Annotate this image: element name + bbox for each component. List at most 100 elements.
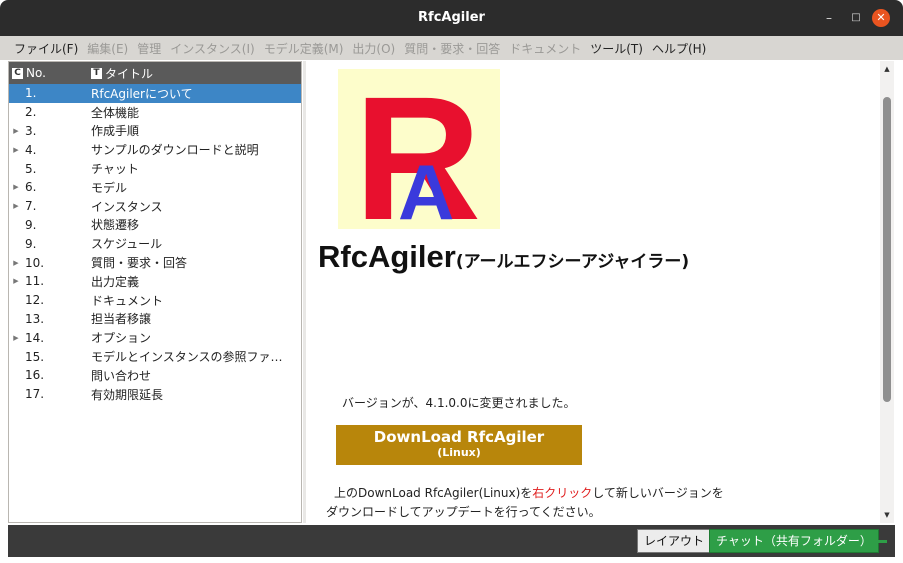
tree-row-no: 11. (25, 274, 45, 289)
tree-row-no: 5. (25, 161, 37, 176)
tree-row[interactable]: 12. ドキュメント (9, 291, 301, 310)
tree-row[interactable]: 13. 担当者移譲 (9, 310, 301, 329)
column-header-title[interactable]: T タイトル (91, 65, 153, 82)
tree-row-title: モデル (91, 180, 128, 195)
tree-header: C No. T タイトル (9, 62, 301, 84)
tree-row[interactable]: ▶ 14. オプション (9, 328, 301, 347)
right-click-highlight: 右クリック (532, 486, 593, 500)
expand-arrow-icon[interactable]: ▶ (9, 183, 23, 191)
bottom-toolbar: レイアウト チャット（共有フォルダー） (8, 525, 895, 557)
tree-row-title: 担当者移譲 (91, 312, 152, 327)
column-header-no[interactable]: C No. (9, 66, 91, 80)
tree-row[interactable]: 2. 全体機能 (9, 103, 301, 122)
instruction-text: 上のDownLoad RfcAgiler(Linux)を (334, 486, 533, 500)
app-name-reading: (アールエフシーアジャイラー) (455, 252, 690, 272)
close-icon[interactable]: ✕ (872, 9, 890, 27)
tree-row[interactable]: 16. 問い合わせ (9, 366, 301, 385)
tree-row-title: スケジュール (91, 237, 163, 252)
maximize-icon[interactable]: □ (847, 9, 865, 27)
tree-row-no: 14. (25, 330, 45, 345)
chat-shared-folder-button[interactable]: チャット（共有フォルダー） (709, 529, 879, 553)
expand-arrow-icon[interactable]: ▶ (9, 127, 23, 135)
tree-row-title: 作成手順 (91, 124, 140, 139)
logo-letter-a: A (398, 148, 454, 229)
menu-bar: ファイル(F) 編集(E) 管理 インスタンス(I) モデル定義(M) 出力(O) 質問・要… (0, 36, 903, 60)
tree-row-no: 10. (25, 255, 45, 270)
tree-row-title: 全体機能 (91, 105, 140, 120)
tree-row[interactable]: 15. モデルとインスタンスの参照ファ… (9, 347, 301, 366)
tree-row-title: 有効期限延長 (91, 387, 164, 402)
instruction-text: して新しいバージョンを (592, 486, 724, 500)
column-header-no-label: No. (26, 66, 46, 80)
tree-row-no: 6. (25, 180, 37, 195)
menu-item-3[interactable]: インスタンス(I) (170, 40, 254, 57)
layout-button[interactable]: レイアウト (637, 529, 712, 553)
menu-item-7[interactable]: ドキュメント (509, 40, 581, 57)
column-type-icon: C (12, 67, 23, 79)
tree-row-no: 16. (25, 368, 45, 383)
menu-item-0[interactable]: ファイル(F) (14, 40, 78, 57)
content-pane: R A RfcAgiler(アールエフシーアジャイラー) バージョンが、4.1.… (306, 61, 880, 523)
text-type-icon: T (91, 67, 102, 79)
menu-item-4[interactable]: モデル定義(M) (264, 40, 344, 57)
content-scrollbar[interactable]: ▲ ▼ (880, 61, 894, 523)
menu-item-6[interactable]: 質問・要求・回答 (404, 40, 500, 57)
tree-row[interactable]: ▶ 10. 質問・要求・回答 (9, 253, 301, 272)
tree-row-no: 13. (25, 311, 45, 326)
app-name-heading: RfcAgiler(アールエフシーアジャイラー) (318, 239, 689, 275)
tree-row-no: 9. (25, 217, 37, 232)
tree-row-title: インスタンス (91, 199, 163, 214)
download-button-platform: (Linux) (437, 446, 481, 459)
scroll-thumb[interactable] (883, 97, 891, 402)
tree-row[interactable]: ▶ 6. モデル (9, 178, 301, 197)
tree-row[interactable]: 17. 有効期限延長 (9, 385, 301, 404)
download-button-label: DownLoad RfcAgiler (373, 428, 545, 446)
tree-row-no: 3. (25, 123, 37, 138)
expand-arrow-icon[interactable]: ▶ (9, 259, 23, 267)
tree-row-no: 4. (25, 142, 37, 157)
topic-tree: C No. T タイトル 1. RfcAgilerについて 2. 全体機能 ▶ 3. 作成手… (8, 61, 302, 523)
tree-row[interactable]: ▶ 7. インスタンス (9, 197, 301, 216)
tree-row-title: サンプルのダウンロードと説明 (91, 143, 259, 158)
tree-row-no: 12. (25, 293, 45, 308)
expand-arrow-icon[interactable]: ▶ (9, 202, 23, 210)
menu-item-5[interactable]: 出力(O) (352, 40, 395, 57)
tree-row[interactable]: ▶ 11. 出力定義 (9, 272, 301, 291)
tree-row-title: 質問・要求・回答 (91, 256, 188, 271)
tree-row-title: オプション (91, 331, 152, 346)
instruction-line-1: 上のDownLoad RfcAgiler(Linux)を右クリックして新しいバー… (326, 484, 766, 503)
logo-graphic: R A (354, 69, 481, 229)
minimize-icon[interactable]: – (820, 9, 838, 27)
expand-arrow-icon[interactable]: ▶ (9, 146, 23, 154)
expand-arrow-icon[interactable]: ▶ (9, 277, 23, 285)
tree-row-no: 9. (25, 236, 37, 251)
tree-row[interactable]: ▶ 4. サンプルのダウンロードと説明 (9, 140, 301, 159)
toolbar-overflow-indicator (875, 540, 887, 543)
tree-rows: 1. RfcAgilerについて 2. 全体機能 ▶ 3. 作成手順 ▶ 4. サンプルのダウンロ… (9, 84, 301, 404)
column-header-title-label: タイトル (105, 66, 154, 81)
title-bar: RfcAgiler – □ ✕ (0, 0, 903, 36)
tree-row[interactable]: 9. スケジュール (9, 234, 301, 253)
menu-item-9[interactable]: ヘルプ(H) (652, 40, 706, 57)
tree-row-title: RfcAgilerについて (91, 86, 193, 101)
menu-item-2[interactable]: 管理 (137, 40, 161, 57)
tree-row-no: 1. (25, 86, 37, 101)
scroll-up-icon[interactable]: ▲ (880, 65, 894, 73)
instruction-line-2: ダウンロードしてアップデートを行ってください。 (326, 505, 601, 519)
tree-row[interactable]: 9. 状態遷移 (9, 216, 301, 235)
tree-row[interactable]: 5. チャット (9, 159, 301, 178)
tree-row-title: 出力定義 (91, 274, 140, 289)
tree-row[interactable]: 1. RfcAgilerについて (9, 84, 301, 103)
tree-row-no: 15. (25, 349, 45, 364)
app-name: RfcAgiler (318, 239, 456, 274)
download-linux-button[interactable]: DownLoad RfcAgiler (Linux) (336, 425, 582, 465)
menu-item-8[interactable]: ツール(T) (590, 40, 643, 57)
tree-row-no: 2. (25, 105, 37, 120)
scroll-down-icon[interactable]: ▼ (880, 511, 894, 519)
menu-item-1[interactable]: 編集(E) (87, 40, 128, 57)
tree-row-title: モデルとインスタンスの参照ファ… (91, 350, 283, 365)
tree-row[interactable]: ▶ 3. 作成手順 (9, 122, 301, 141)
expand-arrow-icon[interactable]: ▶ (9, 334, 23, 342)
window-title: RfcAgiler (418, 10, 485, 25)
tree-row-no: 7. (25, 199, 37, 214)
